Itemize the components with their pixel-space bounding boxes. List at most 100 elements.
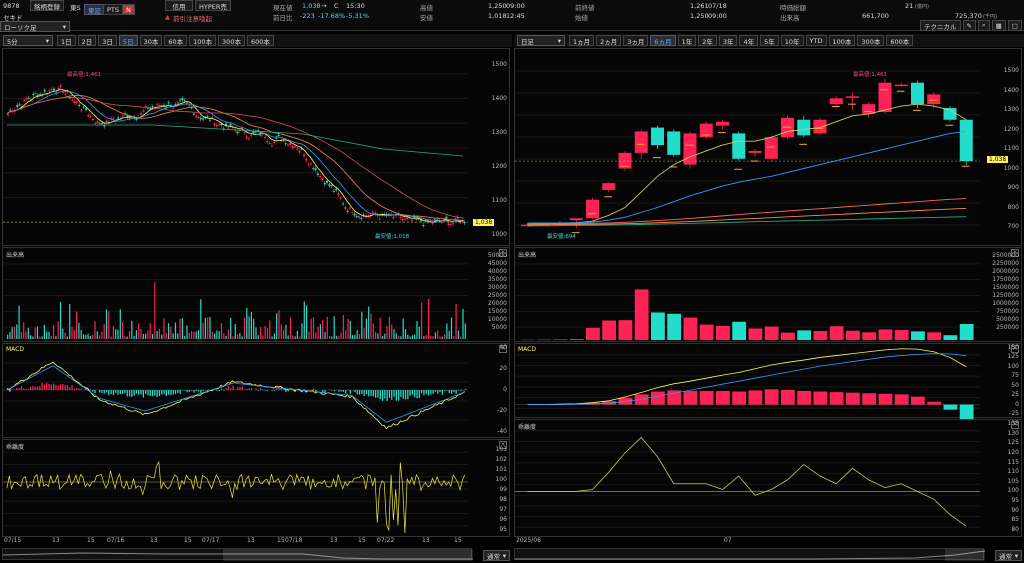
volume-bar xyxy=(138,323,140,339)
left-range-tab[interactable]: 2日 xyxy=(77,35,97,46)
macd-histogram-bar xyxy=(448,390,450,393)
news-icon[interactable]: N xyxy=(122,4,135,15)
y-tick-label: 125 xyxy=(1007,439,1019,447)
right-range-tab[interactable]: 600本 xyxy=(886,35,914,46)
right-range-tab[interactable]: 3ヵ月 xyxy=(623,35,649,46)
left-range-tab[interactable]: 5日 xyxy=(118,35,138,46)
right-range-tab[interactable]: 2年 xyxy=(698,35,717,46)
macd-histogram-bar xyxy=(342,390,345,392)
right-price-panel[interactable]: 1500 1400 1300 1200 1100 1000 900 800 700 最高値;1,… xyxy=(514,48,1022,246)
y-tick-label: 100 xyxy=(1007,362,1019,370)
right-range-tab[interactable]: YTD xyxy=(805,35,827,46)
left-last-price-badge: 1,038 xyxy=(473,219,495,226)
right-range-tab[interactable]: 6ヵ月 xyxy=(650,35,676,46)
volume-bar xyxy=(232,336,234,339)
right-deviation-chart xyxy=(515,430,980,528)
left-footer-select[interactable]: 通常 ▾ xyxy=(483,550,510,561)
technical-button[interactable]: テクニカル xyxy=(920,20,961,31)
left-price-panel[interactable]: 1500 1400 1300 1200 1100 1000 最高値;1,461 最安値;1… xyxy=(2,48,510,246)
left-interval-select[interactable]: 5分 ▾ xyxy=(3,35,53,46)
candle-body xyxy=(449,223,452,225)
candle-body xyxy=(360,217,363,219)
left-deviation-panel[interactable]: 乖離度 × 103 102 101 100 99 98 97 96 95 xyxy=(2,439,510,537)
right-range-tab[interactable]: 4年 xyxy=(739,35,759,46)
macd-histogram-bar xyxy=(377,390,379,398)
y-tick-label: 1200 xyxy=(491,163,507,170)
volume-bar xyxy=(326,316,328,339)
volume-bar xyxy=(16,324,18,339)
right-range-tab[interactable]: 2ヵ月 xyxy=(596,35,622,46)
left-range-tab[interactable]: 3日 xyxy=(98,35,117,46)
chart-type-select[interactable]: ローソク足 ▾ xyxy=(0,21,70,32)
right-range-tab[interactable]: 1年 xyxy=(677,35,697,46)
y-tick-label: 35000 xyxy=(487,276,507,283)
right-range-tab[interactable]: 5年 xyxy=(760,35,779,46)
register-button[interactable]: 銘柄登録 xyxy=(30,0,64,11)
volume-bar xyxy=(414,334,416,339)
hyper-sell-button[interactable]: HYPER売 xyxy=(195,0,231,11)
open-label: 始値 xyxy=(575,14,588,22)
volume-bar xyxy=(9,332,11,339)
candle-body xyxy=(59,85,62,87)
right-range-tab[interactable]: 100本 xyxy=(828,35,856,46)
warning-icon: ▲ xyxy=(165,13,170,21)
candle-body xyxy=(911,82,924,105)
right-range-tab[interactable]: 10年 xyxy=(780,35,804,46)
left-range-tab[interactable]: 60本 xyxy=(164,35,188,46)
left-scrollbar[interactable] xyxy=(2,548,473,561)
y-tick-label: 103 xyxy=(495,446,507,453)
candle-body xyxy=(39,94,42,96)
y-tick-label: 500000 xyxy=(996,316,1019,323)
volume-bar xyxy=(27,327,29,339)
volume-bar xyxy=(147,330,149,339)
right-footer-select[interactable]: 通常 ▾ xyxy=(995,550,1022,561)
right-range-tab[interactable]: 1ヵ月 xyxy=(569,35,595,46)
left-range-tab[interactable]: 1日 xyxy=(57,35,76,46)
volume-bar xyxy=(82,334,85,339)
tab-pts[interactable]: PTS xyxy=(103,4,124,15)
right-volume-panel[interactable]: 出来高 × 2500000 2250000 2000000 1750000 150000… xyxy=(514,247,1022,342)
search-icon[interactable]: ⌕ xyxy=(977,20,990,31)
volume-bar xyxy=(411,335,413,339)
left-macd-panel[interactable]: MACD × 40 20 0 -20 -40 xyxy=(2,343,510,438)
left-volume-panel[interactable]: 出来高 × 50000 45000 40000 35000 30000 25000 2000… xyxy=(2,247,510,342)
right-x-axis: 2025/06 07 xyxy=(514,537,984,547)
macd-histogram-bar xyxy=(287,390,289,392)
volume-bar xyxy=(365,318,367,339)
tab-tosho[interactable]: 東証 xyxy=(84,4,105,15)
right-range-tab[interactable]: 300本 xyxy=(857,35,885,46)
macd-histogram-bar xyxy=(407,390,409,400)
candle-body xyxy=(259,134,262,136)
right-range-tab[interactable]: 3年 xyxy=(718,35,738,46)
change-value: -223 xyxy=(300,12,315,20)
x-tick-label: 15 xyxy=(277,537,285,544)
window-icon[interactable]: ▢ xyxy=(1007,20,1022,31)
credit-button[interactable]: 信用 xyxy=(165,0,193,11)
y-tick-label: 1300 xyxy=(1003,106,1019,113)
macd-histogram-bar xyxy=(386,390,388,401)
x-tick-label: 13 xyxy=(422,537,430,544)
volume-bar xyxy=(683,317,698,340)
left-deviation-chart xyxy=(3,451,468,533)
y-tick-label: 1400 xyxy=(491,95,507,102)
volume-bar xyxy=(462,308,464,339)
left-range-tab[interactable]: 30本 xyxy=(139,35,163,46)
right-interval-select[interactable]: 日足 ▾ xyxy=(517,35,565,46)
volume-bar xyxy=(264,326,266,339)
left-volume-chart xyxy=(3,263,468,339)
left-range-tab[interactable]: 600本 xyxy=(246,35,274,46)
right-deviation-panel[interactable]: 乖離度 × 135 130 125 120 115 110 105 100 95 90 85 80 xyxy=(514,419,1022,537)
candle-body xyxy=(142,110,145,112)
left-range-tab[interactable]: 100本 xyxy=(189,35,217,46)
pen-icon[interactable]: ✎ xyxy=(962,20,976,31)
right-scrollbar[interactable] xyxy=(514,548,985,561)
macd-histogram-bar xyxy=(894,394,909,405)
left-range-tab[interactable]: 300本 xyxy=(218,35,245,46)
y-tick-label: 90 xyxy=(1011,506,1019,514)
volume-bar xyxy=(404,329,407,339)
right-macd-panel[interactable]: MACD × 150 125 100 75 50 25 0 -25 xyxy=(514,343,1022,419)
y-tick-label: 20000 xyxy=(487,300,507,307)
volume-bar xyxy=(634,289,649,340)
volume-bar xyxy=(64,332,66,339)
grid-icon[interactable]: ▦ xyxy=(991,20,1006,31)
